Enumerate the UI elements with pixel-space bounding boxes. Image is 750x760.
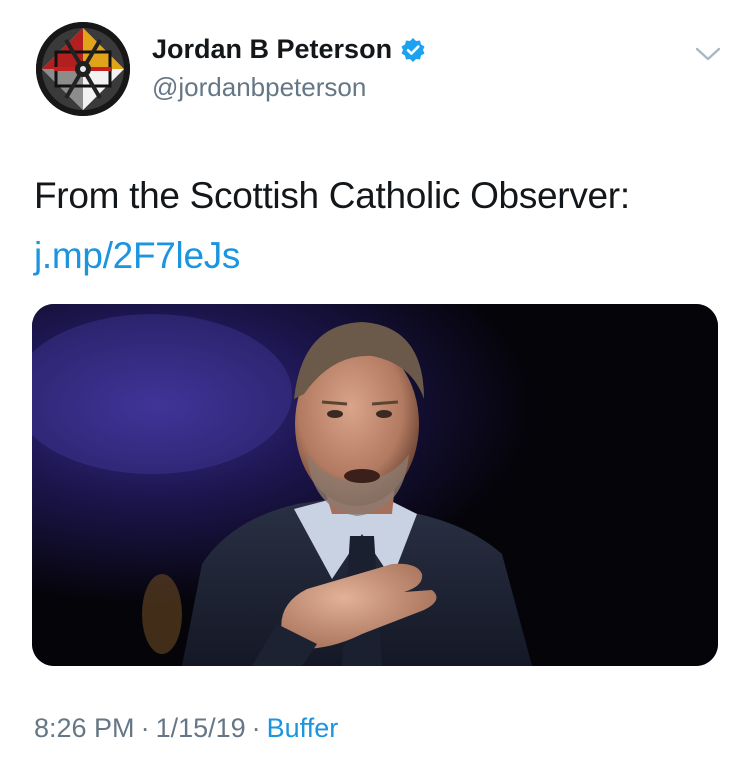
author-name-row[interactable]: Jordan B Peterson bbox=[152, 34, 426, 65]
tweet-text: From the Scottish Catholic Observer: bbox=[34, 175, 630, 216]
author-display-name[interactable]: Jordan B Peterson bbox=[152, 34, 392, 65]
tweet-card: Jordan B Peterson @jordanbpeterson From … bbox=[0, 0, 750, 760]
tweet-link[interactable]: j.mp/2F7leJs bbox=[34, 230, 240, 282]
tweet-media-photo[interactable] bbox=[32, 304, 718, 666]
meta-separator: · bbox=[140, 713, 150, 743]
author-handle[interactable]: @jordanbpeterson bbox=[152, 72, 366, 103]
verified-badge-icon bbox=[400, 37, 426, 63]
tweet-time[interactable]: 8:26 PM bbox=[34, 713, 135, 743]
tweet-date[interactable]: 1/15/19 bbox=[156, 713, 246, 743]
author-avatar[interactable] bbox=[36, 22, 130, 116]
tweet-meta: 8:26 PM · 1/15/19 · Buffer bbox=[34, 713, 338, 744]
tweet-source-link[interactable]: Buffer bbox=[267, 713, 339, 743]
meta-separator: · bbox=[251, 713, 261, 743]
chevron-down-icon[interactable] bbox=[694, 44, 722, 64]
